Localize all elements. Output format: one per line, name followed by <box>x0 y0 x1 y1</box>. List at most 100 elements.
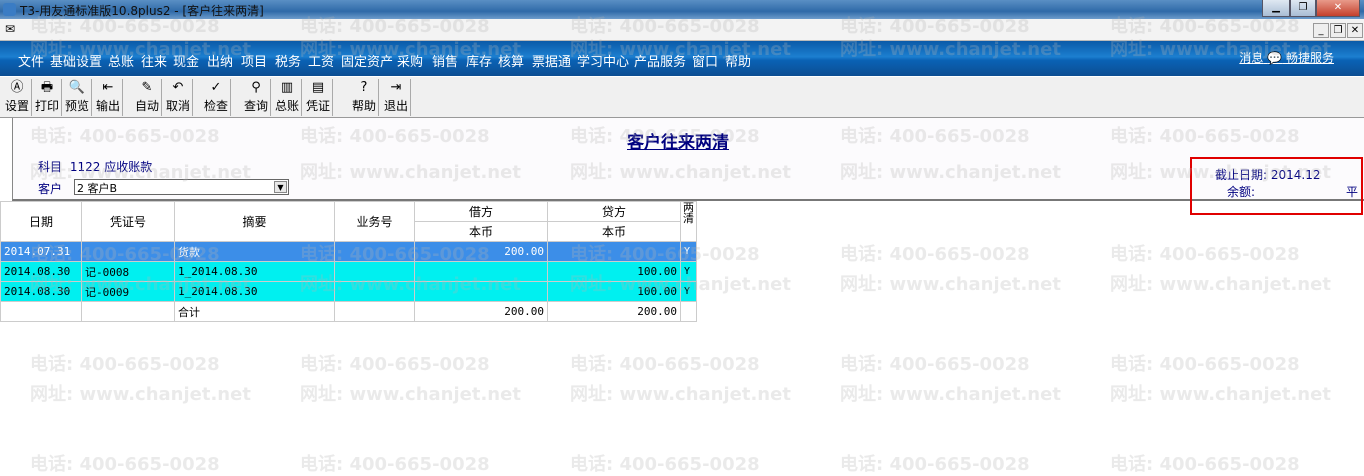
cell-date: 2014.08.30 <box>0 281 82 302</box>
toolbar-button-voucher[interactable]: ▤ 凭证 <box>304 79 333 116</box>
cell-biz <box>334 261 415 282</box>
toolbar-label: 凭证 <box>305 99 330 113</box>
menu-item[interactable]: 项目 <box>241 51 267 70</box>
menu-item[interactable]: 往来 <box>141 51 167 70</box>
customer-label: 客户 <box>38 182 63 196</box>
menu-item[interactable]: 产品服务 <box>634 51 686 70</box>
col-biz: 业务号 <box>334 201 415 242</box>
messages-link[interactable]: 消息 <box>1239 51 1263 65</box>
toolbar-button-ledger[interactable]: ▥ 总账 <box>273 79 302 116</box>
menu-item[interactable]: 总账 <box>108 51 134 70</box>
cell-debit <box>414 261 548 282</box>
toolbar-label: 打印 <box>34 99 59 113</box>
mdi-restore-button[interactable]: ❐ <box>1330 23 1346 38</box>
app-icon <box>3 3 16 16</box>
watermark-text: 电话: 400-665-0028 <box>300 454 490 475</box>
toolbar-button-setup[interactable]: Ⓐ 设置 <box>3 79 32 116</box>
menu-item[interactable]: 销售 <box>432 51 458 70</box>
cell-empty <box>0 301 82 322</box>
menu-item[interactable]: 现金 <box>173 51 199 70</box>
cell-debit <box>414 281 548 302</box>
spellcheck-icon: ✓ <box>210 80 222 95</box>
toolbar-label: 查询 <box>243 99 268 113</box>
watermark-text: 电话: 400-665-0028 <box>1110 454 1300 475</box>
toolbar-button-undo[interactable]: ↶ 取消 <box>164 79 193 116</box>
setup-icon: Ⓐ <box>10 80 24 95</box>
watermark-text: 电话: 400-665-0028 <box>840 454 1030 475</box>
end-date-value: 2014.12 <box>1270 168 1321 182</box>
cell-cleared: Y <box>680 261 697 282</box>
cell-credit <box>547 241 681 262</box>
menu-item[interactable]: 基础设置 <box>50 51 102 70</box>
toolbar-button-preview[interactable]: 🔍 预览 <box>63 79 92 116</box>
exit-icon: ⇥ <box>390 80 402 95</box>
watermark-text: 网址: www.chanjet.net <box>30 384 251 405</box>
watermark-text: 网址: www.chanjet.net <box>300 384 521 405</box>
cell-voucher <box>81 241 175 262</box>
toolbar-button-binoculars[interactable]: ⚲ 查询 <box>242 79 271 116</box>
mdi-close-button[interactable]: ✕ <box>1347 23 1363 38</box>
minimize-button[interactable]: ▁ <box>1262 0 1290 17</box>
menu-item[interactable]: 核算 <box>498 51 524 70</box>
chevron-down-icon[interactable]: ▼ <box>274 181 287 193</box>
menu-item[interactable]: 采购 <box>397 51 423 70</box>
toolbar: Ⓐ 设置 🖶 打印 🔍 预览 ⇤ 输出 ✎ 自动 ↶ 取消 ✓ 检查 ⚲ 查询 ▥ 总账 ▤ 凭证 ? 帮助 ⇥ 退出 <box>0 77 1364 118</box>
toolbar-button-help[interactable]: ? 帮助 <box>350 79 379 116</box>
col-credit-local: 本币 <box>547 221 681 242</box>
menu-item[interactable]: 固定资产 <box>341 51 393 70</box>
watermark-text: 电话: 400-665-0028 <box>840 244 1030 265</box>
menu-item[interactable]: 学习中心 <box>577 51 629 70</box>
chat-icon: 💬 <box>1267 51 1283 65</box>
maximize-button[interactable]: ❐ <box>1290 0 1316 17</box>
toolbar-button-export[interactable]: ⇤ 输出 <box>94 79 123 116</box>
menu-item[interactable]: 税务 <box>275 51 301 70</box>
menu-item[interactable]: 库存 <box>466 51 492 70</box>
col-credit: 贷方 <box>547 201 681 222</box>
customer-select[interactable]: 2 客户B ▼ <box>74 179 289 195</box>
service-link[interactable]: 畅捷服务 <box>1286 51 1334 65</box>
menu-item[interactable]: 帮助 <box>725 51 751 70</box>
cell-date: 2014.08.30 <box>0 261 82 282</box>
voucher-icon: ▤ <box>311 80 325 95</box>
toolbar-label: 帮助 <box>351 99 376 113</box>
toolbar-label: 输出 <box>95 99 120 113</box>
menu-bar: 文件 基础设置 总账 往来 现金 出纳 项目 税务 工资 固定资产 采购 销售 库存 核算 票据通 学习中心产… <box>0 41 1364 76</box>
ledger-icon: ▥ <box>280 80 294 95</box>
menu-item[interactable]: 窗口 <box>692 51 718 70</box>
watermark-text: 网址: www.chanjet.net <box>570 384 791 405</box>
col-cleared: 两清 <box>680 201 697 242</box>
ledger-table: 日期 凭证号 摘要 业务号 借方 贷方 两清 本币 本币 2014.07.31 货… <box>0 201 697 322</box>
mdi-minimize-button[interactable]: _ <box>1313 23 1329 38</box>
cell-credit: 100.00 <box>547 261 681 282</box>
col-debit: 借方 <box>414 201 548 222</box>
mdi-bar: ✉ _ ❐ ✕ <box>0 19 1364 41</box>
menu-item[interactable]: 票据通 <box>532 51 571 70</box>
cell-summary: 1_2014.08.30 <box>174 261 335 282</box>
toolbar-label: 总账 <box>274 99 299 113</box>
menu-item[interactable]: 工资 <box>308 51 334 70</box>
toolbar-label: 预览 <box>64 99 89 113</box>
close-button[interactable]: ✕ <box>1316 0 1360 17</box>
toolbar-button-exit[interactable]: ⇥ 退出 <box>382 79 411 116</box>
table-row[interactable]: 2014.08.30 记-0009 1_2014.08.30 100.00 Y <box>0 281 697 302</box>
watermark-text: 电话: 400-665-0028 <box>570 454 760 475</box>
menu-item[interactable]: 出纳 <box>207 51 233 70</box>
watermark-text: 网址: www.chanjet.net <box>840 384 1061 405</box>
cell-summary: 货款 <box>174 241 335 262</box>
total-debit: 200.00 <box>414 301 548 322</box>
balance-value: 平 <box>1346 185 1359 199</box>
export-icon: ⇤ <box>102 80 114 95</box>
menu-item[interactable]: 文件 <box>18 51 44 70</box>
cell-voucher: 记-0009 <box>81 281 175 302</box>
toolbar-button-print[interactable]: 🖶 打印 <box>33 79 62 116</box>
total-row: 合计 200.00 200.00 <box>0 301 697 322</box>
watermark-text: 电话: 400-665-0028 <box>1110 244 1300 265</box>
watermark-text: 电话: 400-665-0028 <box>840 354 1030 375</box>
table-row[interactable]: 2014.08.30 记-0008 1_2014.08.30 100.00 Y <box>0 261 697 282</box>
toolbar-label: 取消 <box>165 99 190 113</box>
auto-icon: ✎ <box>141 80 153 95</box>
toolbar-button-spellcheck[interactable]: ✓ 检查 <box>202 79 231 116</box>
toolbar-button-auto[interactable]: ✎ 自动 <box>133 79 162 116</box>
document-icon: ✉ <box>5 22 16 36</box>
table-row[interactable]: 2014.07.31 货款 200.00 Y <box>0 241 697 262</box>
